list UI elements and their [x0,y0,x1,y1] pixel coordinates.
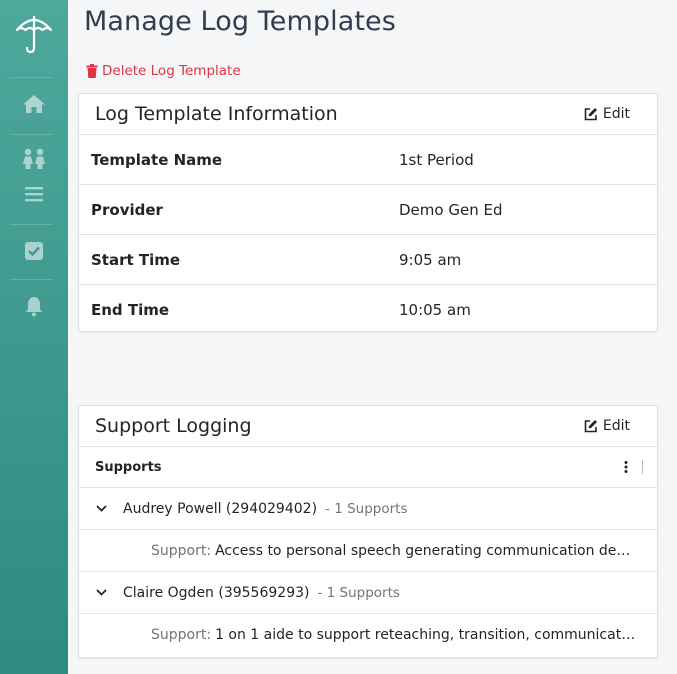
edit-label: Edit [602,106,630,122]
support-logging-card: Support Logging Edit Supports Audrey Pow… [78,405,658,658]
edit-icon [584,420,597,433]
supports-column-header: Supports [95,459,162,475]
student-name: Claire Ogden (395569293) [123,584,310,601]
info-label: Provider [91,200,163,219]
info-label: Start Time [91,250,181,269]
support-label: Support: [151,626,212,643]
supports-table-header: Supports [79,447,657,488]
student-group-row[interactable]: Claire Ogden (395569293) - 1 Supports [79,572,657,614]
umbrella-icon[interactable] [0,12,68,54]
info-row-provider: Provider Demo Gen Ed [79,185,657,235]
support-detail-row: Support: Access to personal speech gener… [79,530,657,572]
edit-label: Edit [602,418,630,434]
trash-icon [86,64,98,78]
chevron-down-icon[interactable] [79,505,123,512]
info-value: Demo Gen Ed [399,200,503,219]
card-title: Log Template Information [95,103,338,125]
student-group-row[interactable]: Audrey Powell (294029402) - 1 Supports [79,488,657,530]
info-row-template-name: Template Name 1st Period [79,135,657,185]
info-value: 1st Period [399,150,474,169]
sidebar-divider [10,279,53,280]
column-menu-button[interactable] [618,461,634,473]
menu-icon[interactable] [0,185,68,203]
info-row-end-time: End Time 10:05 am [79,285,657,334]
card-title: Support Logging [95,415,252,437]
support-text: Access to personal speech generating com… [215,542,637,559]
edit-info-button[interactable]: Edit [584,106,630,122]
support-detail-row: Support: 1 on 1 aide to support reteachi… [79,614,657,655]
kebab-icon [624,461,628,473]
page-title: Manage Log Templates [84,6,396,37]
student-name: Audrey Powell (294029402) [123,500,318,517]
checkbox-icon[interactable] [0,241,68,261]
info-label: End Time [91,300,170,319]
chevron-down-icon[interactable] [79,589,123,596]
column-resize-handle[interactable] [642,460,643,474]
sidebar-divider [10,77,53,78]
card-header: Log Template Information Edit [79,94,657,135]
sidebar-divider [10,134,53,135]
info-label: Template Name [91,150,223,169]
info-value: 10:05 am [399,300,471,319]
card-header: Support Logging Edit [79,406,657,447]
home-icon[interactable] [0,93,68,115]
edit-icon [584,108,597,121]
info-value: 9:05 am [399,250,462,269]
delete-log-template-link[interactable]: Delete Log Template [86,63,241,79]
log-template-info-card: Log Template Information Edit Template N… [78,93,658,332]
sidebar [0,0,68,674]
support-count: - 1 Supports [317,584,400,601]
students-icon[interactable] [0,148,68,170]
support-label: Support: [151,542,212,559]
edit-support-button[interactable]: Edit [584,418,630,434]
delete-link-label: Delete Log Template [102,63,241,79]
info-row-start-time: Start Time 9:05 am [79,235,657,285]
support-count: - 1 Supports [325,500,408,517]
bell-icon[interactable] [0,295,68,317]
support-text: 1 on 1 aide to support reteaching, trans… [215,626,637,643]
sidebar-divider [10,224,53,225]
